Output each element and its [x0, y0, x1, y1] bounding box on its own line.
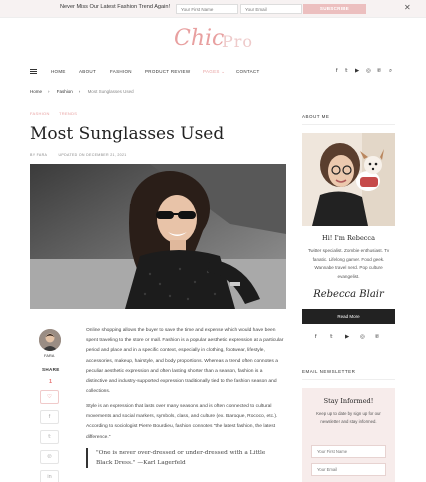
twitter-icon[interactable]: 𝕥 — [330, 334, 333, 340]
pinterest-icon: ℗ — [47, 454, 52, 460]
facebook-icon[interactable]: f — [315, 334, 317, 340]
nav-item-pages[interactable]: PAGES ⌄ — [203, 69, 225, 75]
heart-icon: ♡ — [47, 394, 52, 400]
newsletter-first-name-input[interactable] — [311, 445, 386, 458]
chevron-right-icon: › — [48, 89, 50, 94]
linkedin-icon: in — [47, 474, 52, 480]
article-categories: FASHION TRENDS — [30, 111, 85, 116]
promo-subscribe-button[interactable]: SUBSCRIBE — [303, 4, 366, 14]
avatar-illustration — [39, 329, 61, 351]
nav-item-product-review[interactable]: PRODUCT REVIEW — [145, 69, 190, 74]
share-linkedin-button[interactable]: in — [40, 470, 59, 482]
signature: Rebecca Blair — [313, 289, 384, 300]
hamburger-menu-icon[interactable] — [30, 69, 37, 74]
nav-item-contact[interactable]: CONTACT — [236, 69, 260, 74]
youtube-icon[interactable]: ▶ — [345, 334, 349, 340]
instagram-icon[interactable]: ◎ — [366, 68, 371, 74]
read-more-button[interactable]: Read More — [302, 309, 395, 324]
close-icon[interactable]: ✕ — [404, 3, 411, 12]
twitter-icon: 𝕥 — [48, 434, 51, 440]
logo-script: Chic — [174, 26, 225, 51]
nav-item-pages-label: PAGES — [203, 69, 220, 74]
newsletter-title: Stay Informed! — [323, 397, 374, 405]
chevron-right-icon: › — [78, 89, 81, 94]
article-author[interactable]: BY FARA — [30, 153, 47, 157]
logo-text: Pro — [222, 32, 254, 51]
promo-first-name-input[interactable] — [176, 4, 238, 14]
main-nav: HOME ABOUT FASHION PRODUCT REVIEW PAGES … — [0, 64, 426, 80]
about-photo — [302, 133, 395, 226]
about-bio: Twitter specialist. Zombie enthusiast. T… — [307, 248, 390, 279]
like-button[interactable]: ♡ — [40, 390, 59, 404]
article-paragraph: Online shopping allows the buyer to save… — [86, 328, 284, 395]
about-photo-illustration — [302, 133, 395, 226]
instagram-icon[interactable]: ◎ — [360, 334, 365, 340]
share-pinterest-button[interactable]: ℗ — [40, 450, 59, 464]
site-logo[interactable]: Chic Pro — [170, 24, 260, 56]
newsletter-description: Keep up to date by sign up for our newsl… — [316, 411, 381, 424]
divider — [302, 379, 395, 380]
youtube-icon[interactable]: ▶ — [355, 68, 359, 74]
hero-photo-illustration — [30, 164, 286, 309]
share-twitter-button[interactable]: 𝕥 — [40, 430, 59, 444]
pinterest-icon[interactable]: ℗ — [377, 68, 381, 74]
article-paragraph: Style is an expression that lasts over m… — [86, 404, 278, 440]
article-meta: BY FARA UPDATED ON DECEMBER 21, 2021 — [30, 153, 137, 157]
newsletter-email-input[interactable] — [311, 463, 386, 476]
share-count: 1 — [49, 379, 53, 385]
facebook-icon: f — [48, 414, 51, 420]
nav-item-fashion[interactable]: FASHION — [110, 69, 132, 74]
breadcrumb-current: Most Sunglasses Used — [87, 89, 134, 94]
search-icon[interactable]: ⌕ — [389, 68, 392, 75]
promo-message: Never Miss Our Latest Fashion Trend Agai… — [60, 4, 171, 10]
nav-item-about[interactable]: ABOUT — [79, 69, 96, 74]
article-title: Most Sunglasses Used — [30, 124, 225, 144]
share-label: SHARE — [42, 367, 60, 372]
author-name[interactable]: FARA — [44, 353, 54, 358]
chevron-down-icon: ⌄ — [221, 69, 226, 74]
promo-email-input[interactable] — [240, 4, 302, 14]
about-greeting: Hi! I'm Rebecca — [322, 234, 375, 242]
category-link[interactable]: FASHION — [30, 111, 50, 116]
breadcrumb: Home › Fashion › Most Sunglasses Used — [30, 89, 140, 94]
pinterest-icon[interactable]: ℗ — [375, 334, 379, 340]
share-facebook-button[interactable]: f — [40, 410, 59, 424]
about-heading: ABOUT ME — [302, 114, 330, 119]
breadcrumb-home[interactable]: Home — [30, 89, 42, 94]
article-quote: "One is never over-dressed or under-dres… — [86, 448, 282, 468]
newsletter-box: Stay Informed! Keep up to date by sign u… — [302, 388, 395, 482]
nav-item-home[interactable]: HOME — [51, 69, 66, 74]
avatar[interactable] — [39, 329, 61, 351]
breadcrumb-section[interactable]: Fashion — [57, 89, 73, 94]
divider — [302, 124, 395, 125]
facebook-icon[interactable]: f — [336, 68, 338, 74]
hero-image — [30, 164, 286, 309]
newsletter-heading: EMAIL NEWSLETTER — [302, 369, 356, 374]
article-date: UPDATED ON DECEMBER 21, 2021 — [58, 153, 127, 157]
category-link[interactable]: TRENDS — [59, 111, 77, 116]
twitter-icon[interactable]: 𝕥 — [345, 68, 348, 74]
promo-bar: Never Miss Our Latest Fashion Trend Agai… — [0, 0, 426, 18]
